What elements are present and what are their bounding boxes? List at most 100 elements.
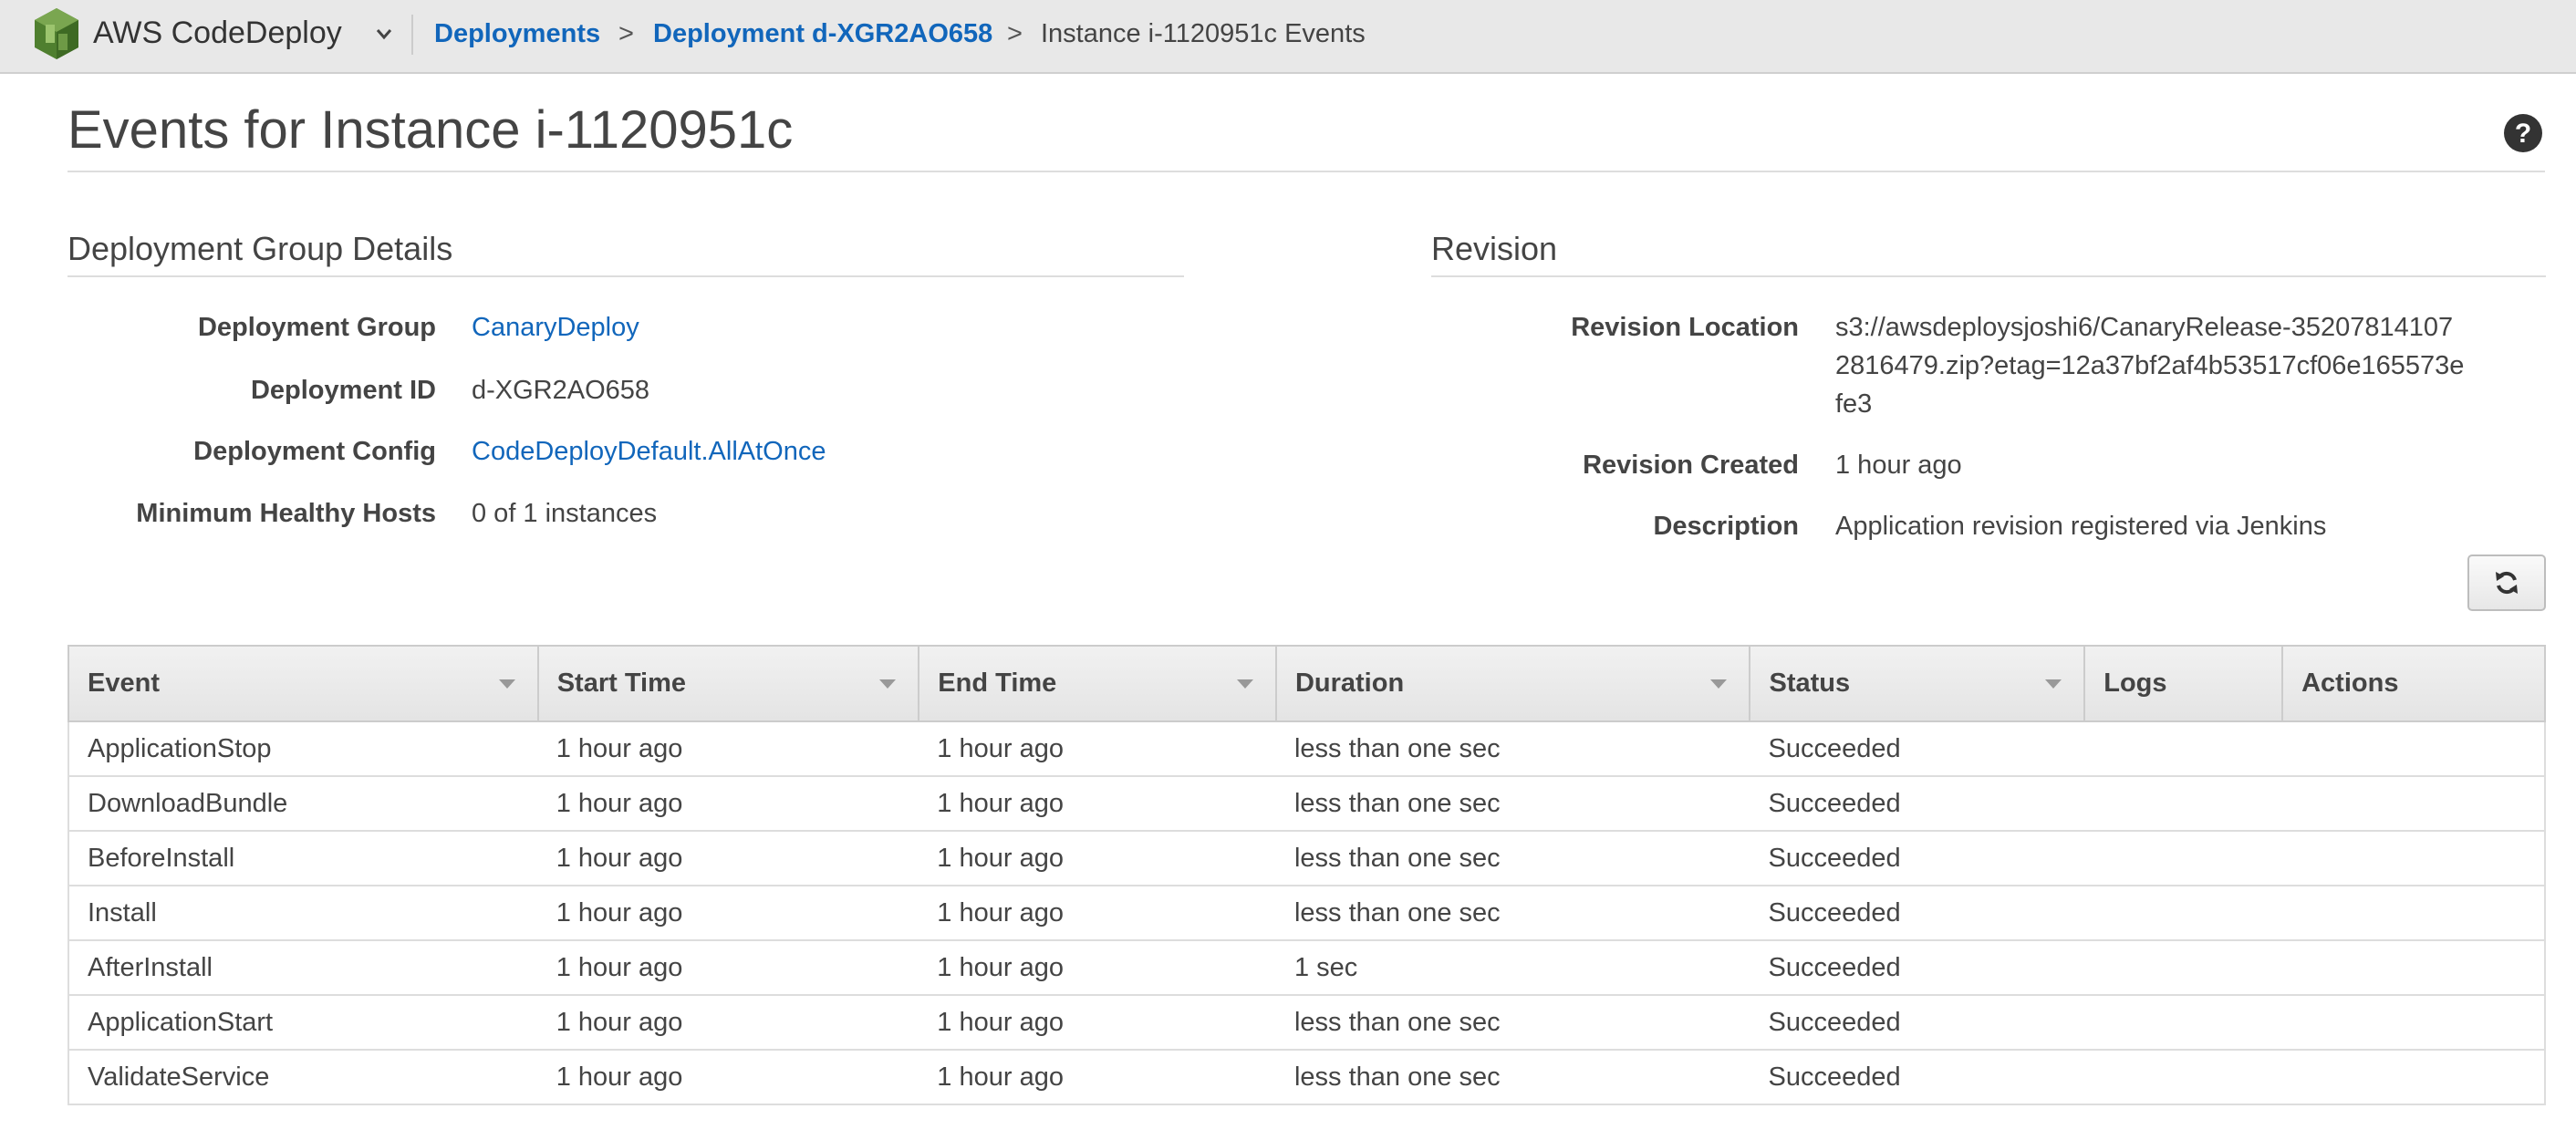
column-header-label: Start Time bbox=[556, 668, 686, 698]
sort-caret-icon[interactable] bbox=[879, 679, 897, 689]
description-value: Application revision registered via Jenk… bbox=[1835, 512, 2327, 541]
deployment-config-link[interactable]: CodeDeployDefault.AllAtOnce bbox=[472, 432, 826, 471]
sort-caret-icon[interactable] bbox=[1710, 679, 1728, 689]
start-time-cell: 1 hour ago bbox=[537, 830, 919, 886]
actions-cell bbox=[2282, 720, 2546, 777]
column-header-logs: Logs bbox=[2083, 645, 2284, 722]
deployment-group-label: Deployment Group bbox=[197, 313, 436, 342]
end-time-cell: 1 hour ago bbox=[919, 885, 1276, 941]
column-header-duration[interactable]: Duration bbox=[1274, 645, 1751, 722]
duration-cell: less than one sec bbox=[1275, 775, 1750, 832]
end-time-cell: 1 hour ago bbox=[919, 994, 1276, 1051]
logs-cell bbox=[2084, 885, 2283, 941]
description-label: Description bbox=[1653, 512, 1799, 541]
event-cell: AfterInstall bbox=[68, 939, 538, 996]
revision-title: Revision bbox=[1431, 230, 1558, 267]
logs-cell bbox=[2084, 994, 2283, 1051]
column-header-label: Logs bbox=[2103, 668, 2167, 698]
title-divider bbox=[68, 171, 2545, 172]
duration-cell: less than one sec bbox=[1275, 1049, 1750, 1105]
end-time-cell: 1 hour ago bbox=[919, 775, 1276, 832]
sort-caret-icon[interactable] bbox=[1236, 679, 1253, 689]
column-header-end-time[interactable]: End Time bbox=[918, 645, 1277, 722]
breadcrumb-current: Instance i-1120951c Events bbox=[1041, 19, 1366, 48]
start-time-cell: 1 hour ago bbox=[537, 994, 919, 1051]
column-header-status[interactable]: Status bbox=[1749, 645, 2086, 722]
column-header-label: Event bbox=[88, 668, 160, 698]
actions-cell bbox=[2282, 885, 2546, 941]
section-divider bbox=[68, 275, 1184, 277]
table-row: Install 1 hour ago 1 hour ago less than … bbox=[68, 885, 2546, 941]
minimum-healthy-hosts-label: Minimum Healthy Hosts bbox=[136, 499, 436, 528]
revision-created-value: 1 hour ago bbox=[1835, 451, 1962, 480]
deployment-config-label: Deployment Config bbox=[193, 437, 436, 466]
column-header-label: Actions bbox=[2301, 668, 2399, 698]
events-table: Event Start Time End Time Duration Statu… bbox=[68, 645, 2546, 1105]
status-cell: Succeeded bbox=[1750, 885, 2085, 941]
status-cell: Succeeded bbox=[1750, 775, 2085, 832]
table-row: BeforeInstall 1 hour ago 1 hour ago less… bbox=[68, 830, 2546, 886]
status-cell: Succeeded bbox=[1750, 1049, 2085, 1105]
column-header-actions: Actions bbox=[2281, 645, 2546, 722]
status-cell: Succeeded bbox=[1750, 994, 2085, 1051]
deployment-group-details-title: Deployment Group Details bbox=[68, 230, 453, 267]
breadcrumb-separator: > bbox=[1007, 19, 1023, 48]
start-time-cell: 1 hour ago bbox=[537, 720, 919, 777]
event-cell: BeforeInstall bbox=[68, 830, 538, 886]
sort-caret-icon[interactable] bbox=[498, 679, 515, 689]
event-cell: DownloadBundle bbox=[68, 775, 538, 832]
breadcrumb-deployments[interactable]: Deployments bbox=[434, 18, 600, 49]
duration-cell: less than one sec bbox=[1275, 830, 1750, 886]
event-cell: ValidateService bbox=[68, 1049, 538, 1105]
actions-cell bbox=[2282, 939, 2546, 996]
event-cell: ApplicationStart bbox=[68, 994, 538, 1051]
revision-location-label: Revision Location bbox=[1571, 313, 1799, 342]
deployment-id-value: d-XGR2AO658 bbox=[472, 376, 650, 405]
duration-cell: less than one sec bbox=[1275, 994, 1750, 1051]
help-icon[interactable]: ? bbox=[2503, 113, 2543, 153]
logs-cell bbox=[2084, 1049, 2283, 1105]
logs-cell bbox=[2084, 720, 2283, 777]
duration-cell: 1 sec bbox=[1275, 939, 1750, 996]
actions-cell bbox=[2282, 775, 2546, 832]
top-navigation-bar: AWS CodeDeploy Deployments > Deployment … bbox=[0, 0, 2576, 74]
status-cell: Succeeded bbox=[1750, 830, 2085, 886]
status-cell: Succeeded bbox=[1750, 720, 2085, 777]
page-title: Events for Instance i-1120951c bbox=[68, 100, 794, 160]
column-header-event[interactable]: Event bbox=[68, 645, 539, 722]
deployment-group-link[interactable]: CanaryDeploy bbox=[472, 308, 639, 347]
column-header-label: End Time bbox=[938, 668, 1057, 698]
event-cell: ApplicationStop bbox=[68, 720, 538, 777]
end-time-cell: 1 hour ago bbox=[919, 939, 1276, 996]
revision-location-value: s3://awsdeploysjoshi6/CanaryRelease-3520… bbox=[1835, 308, 2464, 423]
logs-cell bbox=[2084, 939, 2283, 996]
end-time-cell: 1 hour ago bbox=[919, 1049, 1276, 1105]
topbar-divider bbox=[411, 15, 413, 55]
app-title[interactable]: AWS CodeDeploy bbox=[93, 15, 342, 51]
table-row: DownloadBundle 1 hour ago 1 hour ago les… bbox=[68, 775, 2546, 832]
svg-text:?: ? bbox=[2515, 119, 2531, 149]
actions-cell bbox=[2282, 1049, 2546, 1105]
status-cell: Succeeded bbox=[1750, 939, 2085, 996]
start-time-cell: 1 hour ago bbox=[537, 885, 919, 941]
event-cell: Install bbox=[68, 885, 538, 941]
revision-location-line: s3://awsdeploysjoshi6/CanaryRelease-3520… bbox=[1835, 313, 2454, 342]
table-row: ValidateService 1 hour ago 1 hour ago le… bbox=[68, 1049, 2546, 1105]
actions-cell bbox=[2282, 830, 2546, 886]
revision-location-line: 2816479.zip?etag=12a37bf2af4b53517cf06e1… bbox=[1835, 351, 2465, 380]
start-time-cell: 1 hour ago bbox=[537, 939, 919, 996]
end-time-cell: 1 hour ago bbox=[919, 720, 1276, 777]
sort-caret-icon[interactable] bbox=[2045, 679, 2062, 689]
duration-cell: less than one sec bbox=[1275, 885, 1750, 941]
codedeploy-logo-icon[interactable] bbox=[33, 6, 80, 61]
chevron-down-icon[interactable] bbox=[374, 24, 394, 44]
deployment-id-label: Deployment ID bbox=[250, 376, 436, 405]
duration-cell: less than one sec bbox=[1275, 720, 1750, 777]
actions-cell bbox=[2282, 994, 2546, 1051]
table-header-row: Event Start Time End Time Duration Statu… bbox=[68, 645, 2546, 722]
logs-cell bbox=[2084, 775, 2283, 832]
refresh-button[interactable] bbox=[2467, 554, 2546, 611]
start-time-cell: 1 hour ago bbox=[537, 775, 919, 832]
column-header-start-time[interactable]: Start Time bbox=[536, 645, 920, 722]
breadcrumb-deployment[interactable]: Deployment d-XGR2AO658 bbox=[653, 18, 992, 49]
